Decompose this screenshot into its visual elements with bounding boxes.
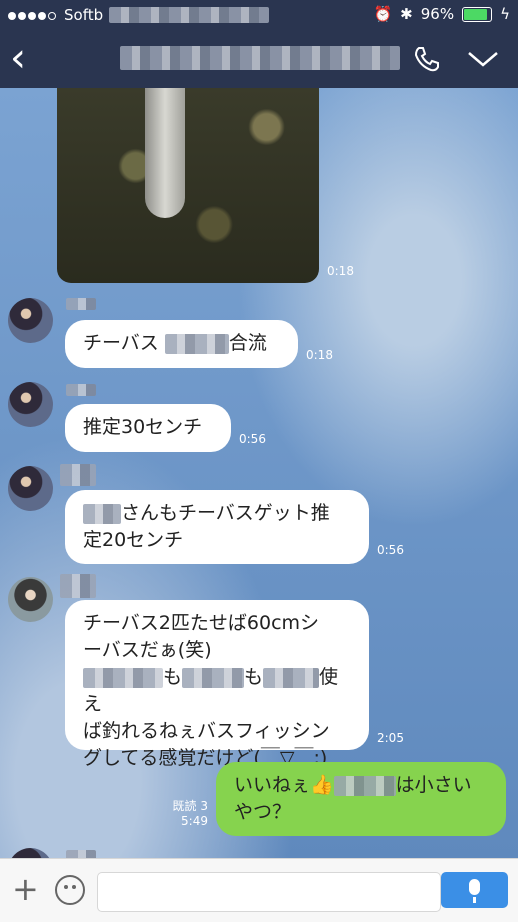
sender-name bbox=[66, 384, 96, 396]
chat-title bbox=[120, 46, 400, 70]
my-message-bubble[interactable]: いいねぇ👍 は小さい やつ？ bbox=[216, 762, 506, 836]
blurred-text bbox=[83, 503, 121, 524]
sender-name bbox=[66, 298, 96, 310]
blurred-text bbox=[182, 667, 245, 688]
avatar[interactable] bbox=[8, 298, 53, 343]
battery-percent: 96% bbox=[420, 5, 455, 23]
sender-name bbox=[66, 850, 96, 858]
message-time: 0:18 bbox=[327, 264, 354, 278]
message-bubble[interactable]: 推定30センチ bbox=[65, 404, 231, 452]
blurred-text bbox=[109, 7, 270, 23]
sender-name bbox=[60, 574, 96, 598]
battery-icon bbox=[462, 6, 493, 22]
message-time: 0:56 bbox=[239, 432, 266, 446]
message-text: さんもチーバスゲット推 bbox=[121, 502, 330, 524]
bluetooth-icon: ✱ bbox=[400, 5, 413, 23]
message-text: は小さい bbox=[395, 774, 472, 796]
message-text: チーバス2匹たせば60cmシ bbox=[83, 612, 320, 634]
message-text: やつ？ bbox=[234, 801, 292, 823]
voice-button[interactable] bbox=[441, 872, 508, 908]
alarm-icon: ⏰ bbox=[373, 5, 393, 23]
message-bubble[interactable]: チーバス2匹たせば60cmシ ーバスだぁ(笑) もも使え ば釣れるねぇバスフィッ… bbox=[65, 600, 369, 769]
charging-icon: ϟ bbox=[500, 5, 510, 23]
avatar[interactable] bbox=[8, 848, 53, 858]
message-time: 0:56 bbox=[377, 543, 404, 557]
chat-area[interactable]: 0:18 チーバス 合流 0:18 推定30センチ 0:56 さんもチーバスゲッ… bbox=[0, 88, 518, 858]
emoji-icon[interactable] bbox=[55, 875, 85, 905]
fish-image bbox=[145, 88, 185, 218]
plus-icon[interactable]: + bbox=[12, 873, 39, 905]
message-time: 2:05 bbox=[377, 731, 404, 745]
phone-icon[interactable] bbox=[412, 44, 442, 78]
back-button[interactable]: ‹ bbox=[10, 38, 26, 78]
blurred-text bbox=[263, 667, 320, 688]
message-text: ば釣れるねぇバスフィッシン bbox=[83, 720, 330, 742]
shared-photo[interactable] bbox=[57, 88, 319, 283]
carrier-label: Softb bbox=[64, 6, 104, 24]
message-text: 合流 bbox=[228, 332, 267, 354]
message-text: チーバス bbox=[83, 332, 165, 354]
signal-icon bbox=[8, 6, 58, 24]
message-text: 推定30センチ bbox=[83, 416, 203, 438]
avatar[interactable] bbox=[8, 382, 53, 427]
message-text: ーバスだぁ(笑) bbox=[83, 639, 212, 661]
message-text: も bbox=[163, 666, 183, 688]
avatar[interactable] bbox=[8, 577, 53, 622]
sender-name bbox=[60, 464, 96, 486]
message-time: 0:18 bbox=[306, 348, 333, 362]
message-text: も bbox=[244, 666, 264, 688]
input-bar: + bbox=[0, 858, 518, 922]
message-bubble[interactable]: さんもチーバスゲット推 定20センチ bbox=[65, 490, 369, 564]
blurred-text bbox=[164, 333, 229, 354]
nav-bar: ‹ bbox=[0, 30, 518, 88]
read-receipt: 既読 3 5:49 bbox=[172, 799, 208, 828]
mic-icon bbox=[469, 879, 480, 895]
blurred-text bbox=[83, 667, 163, 688]
chevron-down-icon[interactable] bbox=[466, 48, 500, 74]
message-bubble[interactable]: チーバス 合流 bbox=[65, 320, 298, 368]
status-bar: Softb ⏰ ✱ 96% ϟ bbox=[0, 0, 518, 30]
message-input[interactable] bbox=[97, 872, 441, 912]
message-text: いいねぇ👍 bbox=[234, 774, 334, 796]
avatar[interactable] bbox=[8, 466, 53, 511]
blurred-text bbox=[333, 775, 396, 796]
message-text: 定20センチ bbox=[83, 529, 184, 551]
